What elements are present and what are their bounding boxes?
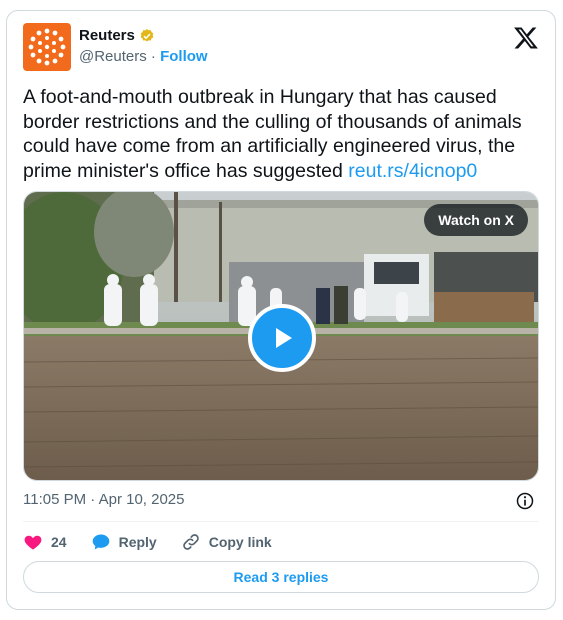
link-icon <box>182 534 199 550</box>
display-name-row: Reuters <box>79 27 208 44</box>
speech-bubble-icon <box>92 534 109 550</box>
tweet-header: Reuters @Reuters · Follow <box>23 23 539 73</box>
divider <box>23 521 539 522</box>
reply-button[interactable]: Reply <box>91 532 157 552</box>
play-icon <box>276 328 292 348</box>
reuters-dots-icon <box>28 28 66 66</box>
info-icon[interactable] <box>515 491 535 511</box>
like-count: 24 <box>51 534 67 550</box>
action-bar: 24 Reply Copy link <box>23 531 296 553</box>
handle-row: @Reuters · Follow <box>79 48 208 65</box>
reuters-logo-avatar[interactable] <box>23 23 71 71</box>
tweet-link[interactable]: reut.rs/4icnop0 <box>348 160 477 182</box>
separator-dot: · <box>146 48 161 65</box>
reply-label: Reply <box>118 534 157 550</box>
like-button[interactable]: 24 <box>23 532 67 552</box>
timestamp[interactable]: 11:05 PM · Apr 10, 2025 <box>23 491 185 508</box>
watch-on-x-button[interactable]: Watch on X <box>424 204 528 236</box>
verified-gold-badge-icon <box>140 28 154 42</box>
video-thumbnail[interactable]: Watch on X <box>23 191 539 481</box>
follow-button[interactable]: Follow <box>160 48 208 65</box>
heart-icon <box>24 535 42 550</box>
read-replies-button[interactable]: Read 3 replies <box>23 561 539 593</box>
timestamp-row: 11:05 PM · Apr 10, 2025 <box>23 491 539 513</box>
copy-link-button[interactable]: Copy link <box>181 532 272 552</box>
tweet-text: A foot-and-mouth outbreak in Hungary tha… <box>23 85 543 183</box>
account-names: Reuters @Reuters · Follow <box>79 27 208 65</box>
handle[interactable]: @Reuters <box>79 48 147 65</box>
copy-link-label: Copy link <box>208 534 272 550</box>
play-button[interactable] <box>248 304 316 372</box>
display-name[interactable]: Reuters <box>79 27 135 44</box>
tweet-card: Reuters @Reuters · Follow A foot-and-mou… <box>6 10 556 610</box>
x-logo-icon[interactable] <box>513 25 539 51</box>
